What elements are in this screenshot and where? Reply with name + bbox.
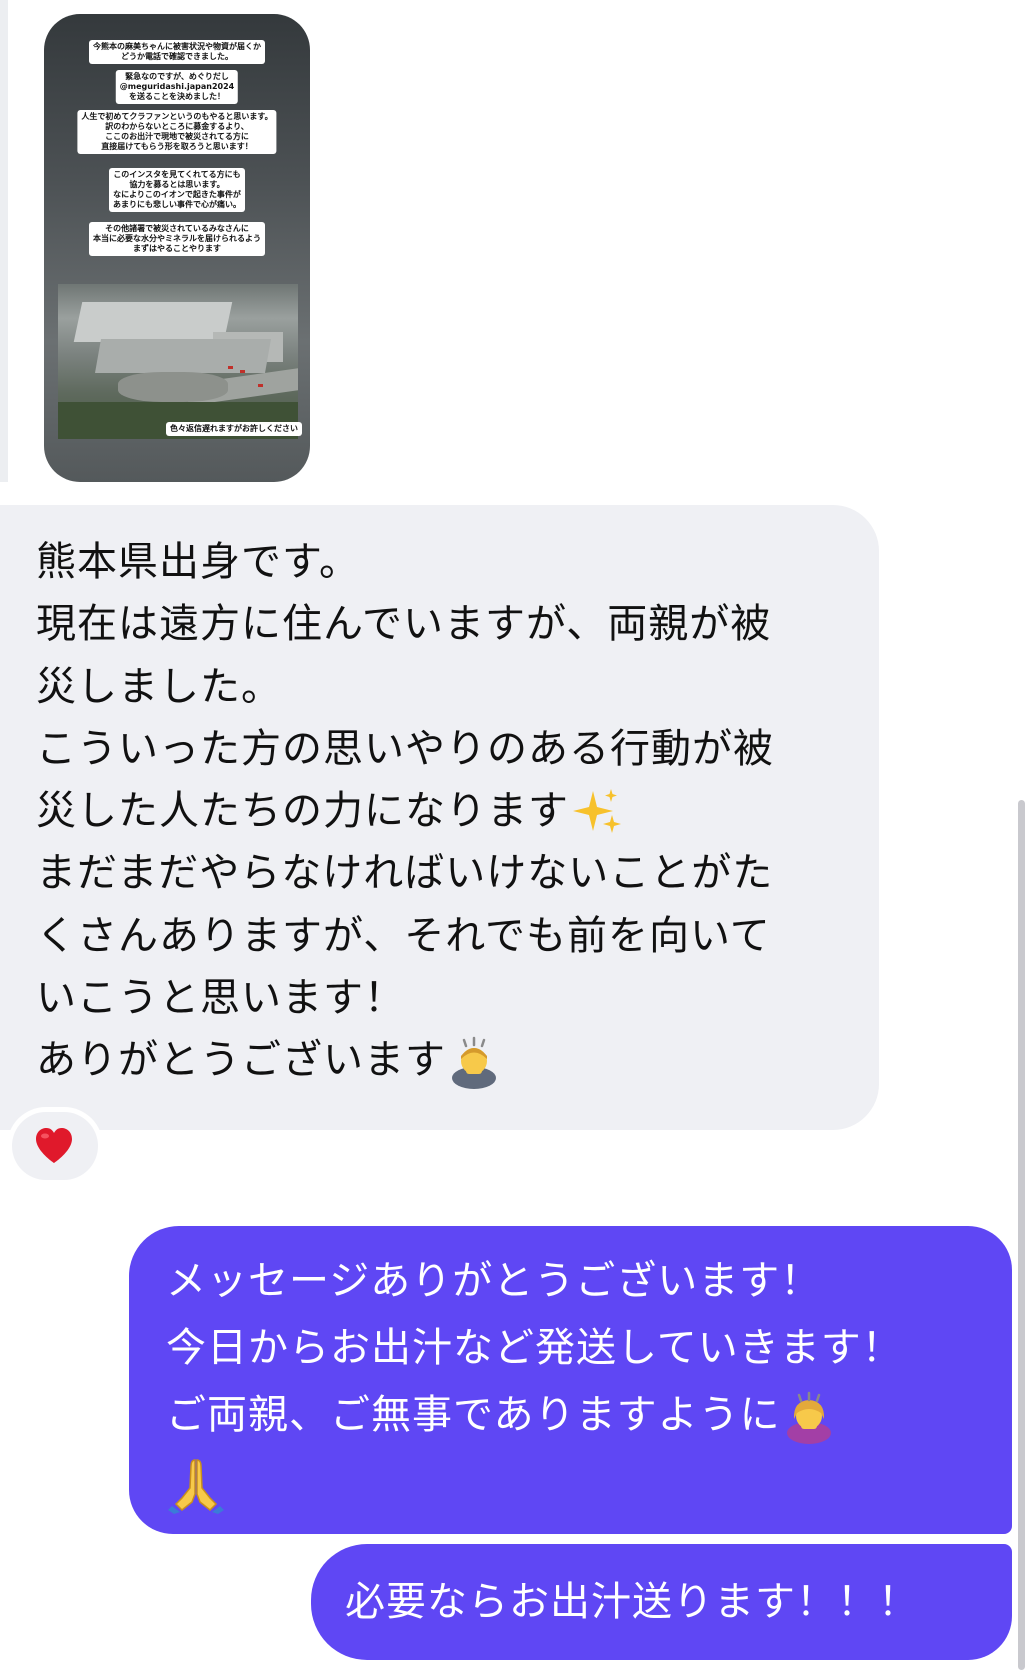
heart-icon [36,1128,72,1163]
message-line: 今日からお出汁など発送していきます！ [166,1325,903,1371]
folded-hands-icon [168,1459,224,1514]
message-line: 現在は遠方に住んでいますが、両親が被 [36,601,772,648]
heart-reaction[interactable] [12,1112,98,1180]
message-line: まだまだやらなければいけないことがた [36,850,774,897]
message-line-with-emoji: 災した人たちの力になります [36,780,856,842]
message-line: 熊本県出身です。 [36,539,360,585]
incoming-message-bubble[interactable]: 熊本県出身です。 現在は遠方に住んでいますが、両親が被 災しました。 こういった… [0,505,879,1130]
message-line: ありがとうございます [36,1037,446,1084]
story-caption: 色々返信遅れますがお許しください [166,422,302,436]
message-line: 災した人たちの力になります [36,788,569,835]
disaster-aerial-photo [58,284,298,439]
message-line: メッセージありがとうございます！ [166,1258,822,1304]
message-line: 災しました。 [36,663,282,710]
message-line: くさんありますが、それでも前を向いて [36,912,771,959]
story-caption: その他諸署で被災されているみなさんに 本当に必要な水分やミネラルを届けられるよう… [89,222,265,256]
person-bowing-icon [452,1037,496,1090]
scrollbar[interactable] [1018,800,1025,1670]
incoming-message-text: 熊本県出身です。 現在は遠方に住んでいますが、両親が被 災しました。 こういった… [36,531,856,1092]
message-line-with-emoji [166,1449,903,1516]
story-caption: 人生で初めてクラファンというのもやると思います。 訳のわからないところに募金する… [77,110,277,154]
story-caption: このインスタを見てくれてる方にも 協力を募るとは思います。 なによりこのイオンで… [109,168,245,212]
message-line: こういった方の思いやりのある行動が被 [36,725,774,772]
message-line-with-emoji: ご両親、ご無事でありますように [166,1382,903,1449]
outgoing-message-text: メッセージありがとうございます！ 今日からお出汁など発送していきます！ ご両親、… [166,1248,903,1516]
message-line-with-emoji: ありがとうございます [36,1029,856,1091]
story-caption: 緊急なのですが、めぐりだし @meguridashi.japan2024 を送る… [115,70,239,104]
outgoing-message-text: 必要ならお出汁送ります！！！ [345,1579,919,1625]
thread-reply-line [0,0,8,482]
message-line: いこうと思います！ [36,975,405,1022]
outgoing-message-bubble[interactable]: 必要ならお出汁送ります！！！ [311,1544,1012,1660]
woman-bowing-icon [786,1391,831,1444]
sparkles-icon [573,789,621,834]
shared-story-preview[interactable]: 今熊本の麻美ちゃんに被害状況や物資が届くか どうか電話で確認できました。 緊急な… [44,14,310,482]
story-caption: 今熊本の麻美ちゃんに被害状況や物資が届くか どうか電話で確認できました。 [89,40,265,64]
message-line: ご両親、ご無事でありますように [166,1392,781,1438]
outgoing-message-bubble[interactable]: メッセージありがとうございます！ 今日からお出汁など発送していきます！ ご両親、… [129,1226,1012,1534]
